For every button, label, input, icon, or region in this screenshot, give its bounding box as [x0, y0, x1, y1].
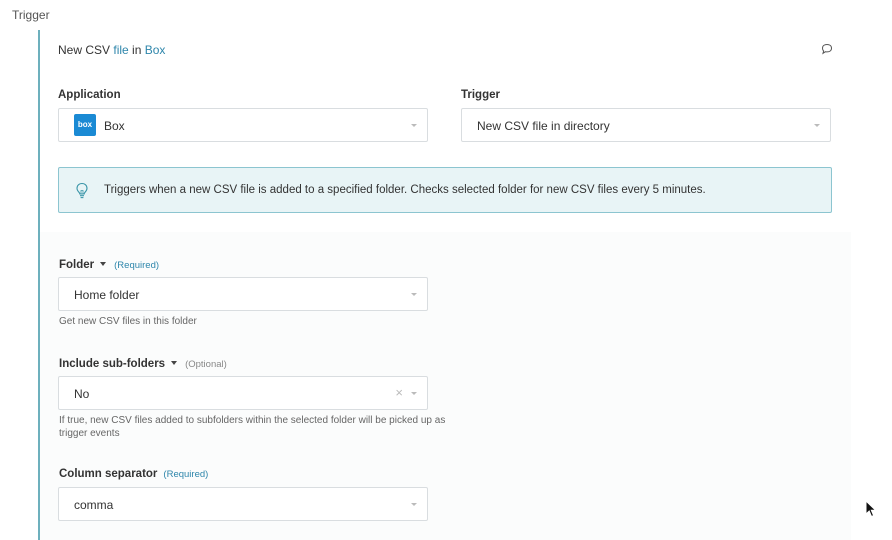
folder-hint: Get new CSV files in this folder	[59, 316, 197, 327]
application-value: Box	[104, 119, 125, 133]
comment-icon[interactable]	[821, 43, 833, 55]
chevron-down-icon	[411, 392, 417, 395]
mouse-cursor-icon	[865, 500, 877, 518]
step-title-mid: in	[128, 43, 145, 57]
include-subfolders-optional-tag: (Optional)	[185, 359, 227, 370]
section-title: Trigger	[12, 8, 50, 22]
include-subfolders-label-text: Include sub-folders	[59, 358, 166, 370]
step-title-file-link[interactable]: file	[113, 43, 128, 57]
chevron-down-icon	[411, 293, 417, 296]
folder-label-text: Folder	[59, 259, 95, 271]
trigger-step-panel: New CSV file in Box Application box Box …	[40, 30, 851, 540]
chevron-down-icon	[411, 124, 417, 127]
include-subfolders-hint-line2: trigger events	[59, 428, 120, 439]
include-subfolders-hint-line1: If true, new CSV files added to subfolde…	[59, 415, 446, 426]
info-banner: Triggers when a new CSV file is added to…	[58, 167, 832, 213]
column-separator-value: comma	[74, 498, 114, 512]
column-separator-required-tag: (Required)	[163, 469, 209, 480]
folder-value: Home folder	[74, 288, 140, 302]
step-title-app-link[interactable]: Box	[145, 43, 166, 57]
info-text: Triggers when a new CSV file is added to…	[104, 184, 706, 196]
application-label: Application	[58, 89, 121, 101]
include-subfolders-select[interactable]: No ×	[58, 376, 428, 410]
step-title: New CSV file in Box	[58, 43, 165, 57]
chevron-down-icon	[411, 503, 417, 506]
include-subfolders-hint: If true, new CSV files added to subfolde…	[59, 414, 445, 440]
column-separator-label: Column separator (Required)	[59, 468, 208, 480]
include-subfolders-label[interactable]: Include sub-folders (Optional)	[59, 358, 227, 370]
column-separator-label-text: Column separator	[59, 468, 158, 480]
application-select[interactable]: box Box	[58, 108, 428, 142]
chevron-down-icon	[814, 124, 820, 127]
trigger-select[interactable]: New CSV file in directory	[461, 108, 831, 142]
folder-select[interactable]: Home folder	[58, 277, 428, 311]
caret-down-icon	[171, 360, 178, 365]
folder-label[interactable]: Folder (Required)	[59, 259, 159, 271]
step-title-prefix: New CSV	[58, 43, 114, 57]
column-separator-select[interactable]: comma	[58, 487, 428, 521]
clear-icon[interactable]: ×	[395, 386, 403, 400]
box-logo: box	[74, 114, 96, 136]
folder-required-tag: (Required)	[114, 260, 160, 271]
lightbulb-icon	[76, 182, 88, 199]
caret-down-icon	[100, 261, 107, 266]
include-subfolders-value: No	[74, 387, 90, 401]
trigger-value: New CSV file in directory	[477, 119, 610, 133]
trigger-label: Trigger	[461, 89, 500, 101]
